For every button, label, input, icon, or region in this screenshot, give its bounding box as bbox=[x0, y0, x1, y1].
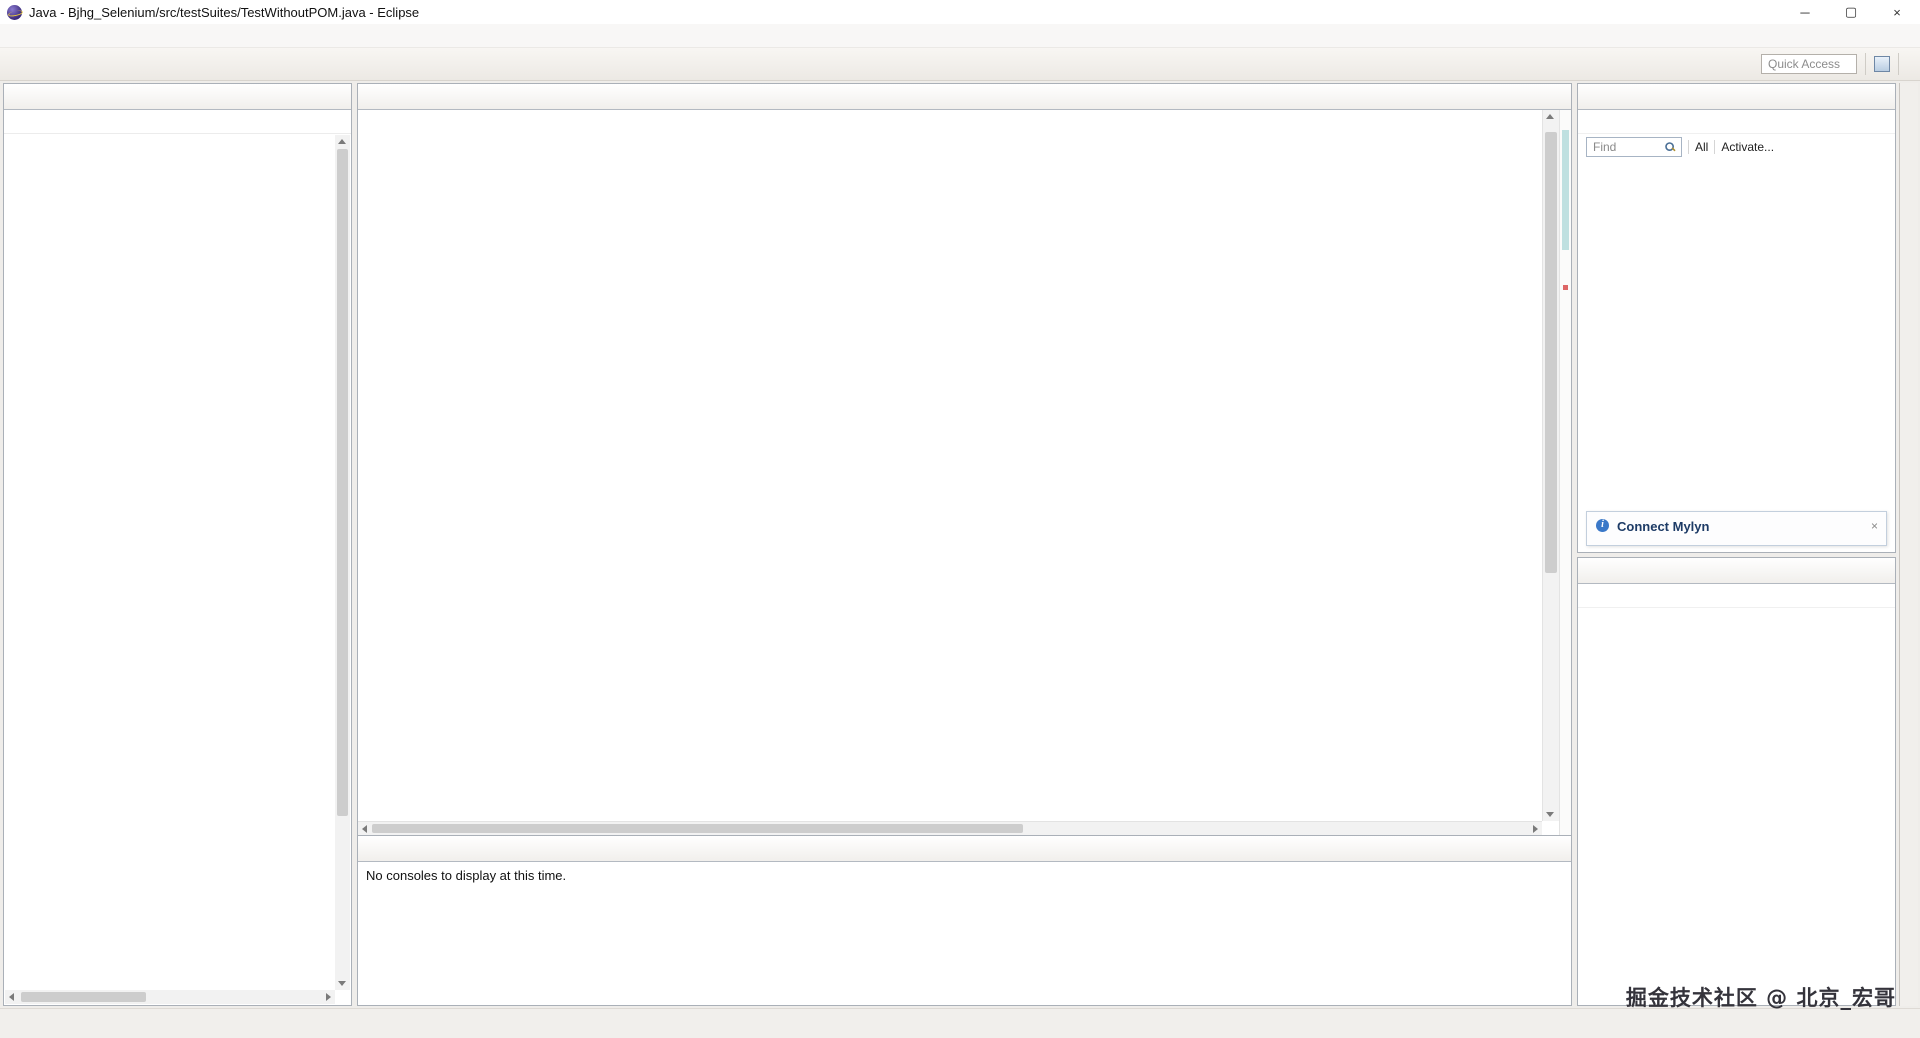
ant-content bbox=[1578, 608, 1895, 1005]
close-icon[interactable]: × bbox=[1871, 519, 1878, 533]
console-message: No consoles to display at this time. bbox=[366, 868, 567, 883]
package-explorer-tabbar bbox=[4, 84, 351, 110]
console-tabbar bbox=[358, 836, 1571, 862]
minimized-views-strip bbox=[1899, 83, 1918, 1006]
maximize-button[interactable]: ▢ bbox=[1828, 0, 1874, 24]
package-explorer-toolbar bbox=[4, 110, 351, 134]
activate-task-button[interactable]: Activate... bbox=[1721, 140, 1774, 154]
find-all-filter[interactable]: All bbox=[1695, 140, 1708, 154]
tree-horizontal-scrollbar[interactable] bbox=[5, 990, 335, 1004]
task-list-toolbar bbox=[1578, 110, 1895, 134]
perspective-bar: Quick Access bbox=[1761, 53, 1915, 75]
editor-area: No consoles to display at this time. bbox=[357, 83, 1572, 1006]
watermark: 掘金技术社区 @ 北京_宏哥 bbox=[1625, 986, 1896, 1010]
overview-ruler[interactable] bbox=[1559, 110, 1571, 835]
search-icon[interactable] bbox=[1664, 141, 1677, 154]
task-list-view: Find All Activate... Connect Mylyn × bbox=[1577, 83, 1896, 553]
minimize-button[interactable]: ─ bbox=[1782, 0, 1828, 24]
connect-mylyn-notification: Connect Mylyn × bbox=[1586, 511, 1887, 546]
window-title: Java - Bjhg_Selenium/src/testSuites/Test… bbox=[29, 4, 420, 20]
separator bbox=[1714, 140, 1716, 154]
ant-toolbar bbox=[1578, 584, 1895, 608]
separator bbox=[1865, 53, 1866, 75]
status-bar bbox=[0, 1008, 1920, 1038]
info-icon bbox=[1595, 518, 1611, 534]
close-button[interactable]: × bbox=[1874, 0, 1920, 24]
right-panel: Find All Activate... Connect Mylyn × bbox=[1577, 83, 1896, 1006]
editor-tabbar bbox=[358, 84, 1571, 110]
tree-vertical-scrollbar[interactable] bbox=[335, 135, 350, 990]
outline-ant-view bbox=[1577, 557, 1896, 1006]
task-list-find-row: Find All Activate... bbox=[1578, 134, 1895, 160]
eclipse-logo-icon bbox=[7, 4, 22, 20]
main-toolbar: Quick Access bbox=[0, 48, 1920, 81]
editor-horizontal-scrollbar[interactable] bbox=[358, 821, 1542, 835]
package-explorer-panel bbox=[3, 83, 352, 1006]
code-editor[interactable] bbox=[358, 110, 1571, 835]
outline-ant-tabbar bbox=[1578, 558, 1895, 584]
find-input[interactable]: Find bbox=[1586, 137, 1682, 157]
open-perspective-icon[interactable] bbox=[1874, 56, 1890, 72]
project-tree bbox=[5, 135, 335, 990]
workbench: No consoles to display at this time. Fin… bbox=[0, 81, 1920, 1008]
separator bbox=[1688, 140, 1689, 154]
mylyn-title: Connect Mylyn bbox=[1617, 518, 1710, 534]
separator bbox=[1898, 53, 1899, 75]
title-bar: Java - Bjhg_Selenium/src/testSuites/Test… bbox=[0, 0, 1920, 24]
quick-access-input[interactable]: Quick Access bbox=[1761, 54, 1857, 74]
editor-vertical-scrollbar[interactable] bbox=[1542, 110, 1559, 821]
window-controls: ─ ▢ × bbox=[1782, 0, 1920, 24]
task-list-content: Connect Mylyn × bbox=[1578, 160, 1895, 552]
code-content[interactable] bbox=[358, 110, 1542, 821]
task-list-tabbar bbox=[1578, 84, 1895, 110]
console-panel: No consoles to display at this time. bbox=[358, 835, 1571, 1005]
menu-bar bbox=[0, 24, 1920, 48]
